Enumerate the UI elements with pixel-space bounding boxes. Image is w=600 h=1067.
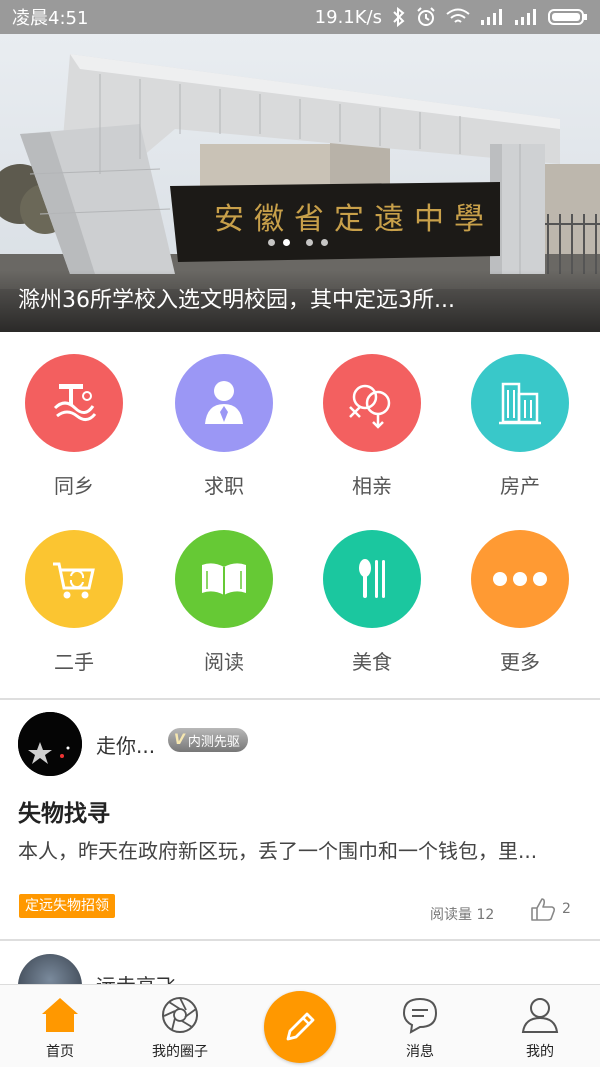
wifi-icon <box>446 8 470 23</box>
category-grid: 同乡 求职 相亲 房产 二手 阅读 美食 更多 <box>0 332 600 698</box>
signal-icon-2 <box>515 9 536 25</box>
avatar[interactable] <box>18 954 82 986</box>
category-property[interactable]: 房产 <box>446 332 594 502</box>
network-speed: 19.1K/s <box>314 6 382 28</box>
signal-icon-1 <box>481 9 502 25</box>
book-icon <box>175 530 273 628</box>
alarm-icon <box>417 7 435 26</box>
post-card-partial[interactable]: 远走高飞 <box>0 942 600 986</box>
food-icon <box>323 530 421 628</box>
job-icon <box>175 354 273 452</box>
category-job[interactable]: 求职 <box>150 332 298 502</box>
category-hometown[interactable]: 同乡 <box>0 332 148 502</box>
publish-button[interactable] <box>264 991 336 1063</box>
post-author[interactable]: 走你... <box>96 730 155 759</box>
category-label: 阅读 <box>204 650 244 674</box>
gate-sign-text: 安徽省定遠中學 <box>214 202 494 237</box>
read-count-value: 12 <box>476 907 495 923</box>
chat-bubble-icon <box>402 997 438 1034</box>
category-label: 相亲 <box>352 474 392 498</box>
battery-icon <box>548 9 587 25</box>
beta-badge: V 内测先驱 <box>168 728 248 752</box>
tab-my-circle-label: 我的圈子 <box>152 1044 208 1060</box>
more-icon <box>471 530 569 628</box>
cart-icon <box>25 530 123 628</box>
tab-home-label: 首页 <box>46 1044 74 1060</box>
aperture-icon <box>162 997 198 1033</box>
pencil-icon <box>286 1012 315 1041</box>
section-divider <box>0 939 600 941</box>
category-dating[interactable]: 相亲 <box>298 332 446 502</box>
pager-dot[interactable] <box>306 239 313 246</box>
category-reading[interactable]: 阅读 <box>150 508 298 678</box>
pager-dot[interactable] <box>321 239 328 246</box>
status-time: 凌晨4:51 <box>12 8 89 29</box>
home-icon <box>42 998 78 1032</box>
user-icon <box>521 998 559 1033</box>
category-label: 房产 <box>500 474 540 498</box>
read-count: 阅读量 12 <box>430 904 494 924</box>
category-secondhand[interactable]: 二手 <box>0 508 148 678</box>
category-label: 美食 <box>352 650 392 674</box>
pager-dot[interactable] <box>268 239 275 246</box>
hometown-icon <box>25 354 123 452</box>
thumbs-up-icon <box>531 898 556 921</box>
tab-messages-label: 消息 <box>406 1044 434 1060</box>
category-label: 更多 <box>500 650 540 674</box>
like-count: 2 <box>562 901 571 917</box>
like-button[interactable]: 2 <box>530 896 571 922</box>
app-screen: 凌晨4:51 19.1K/s 安徽省定遠中學 滁州36所学校入选文明校园，其中定… <box>0 0 600 1067</box>
category-more[interactable]: 更多 <box>446 508 594 678</box>
tab-mine-label: 我的 <box>526 1044 554 1060</box>
category-food[interactable]: 美食 <box>298 508 446 678</box>
news-banner[interactable]: 安徽省定遠中學 滁州36所学校入选文明校园，其中定远3所... <box>0 34 600 332</box>
verified-v-icon: V <box>174 732 185 748</box>
tab-messages[interactable]: 消息 <box>360 985 480 1067</box>
badge-label: 内测先驱 <box>187 734 240 750</box>
post-card[interactable]: 走你... V 内测先驱 失物找寻 本人，昨天在政府新区玩，丢了一个围巾和一个钱… <box>0 700 600 940</box>
status-icons: 19.1K/s <box>315 7 588 28</box>
pager-dot-active[interactable] <box>283 239 290 246</box>
banner-pager <box>268 239 328 246</box>
category-label: 同乡 <box>54 474 94 498</box>
tab-mine[interactable]: 我的 <box>480 985 600 1067</box>
read-count-label: 阅读量 <box>430 907 472 923</box>
tab-home[interactable]: 首页 <box>0 985 120 1067</box>
tab-my-circle[interactable]: 我的圈子 <box>120 985 240 1067</box>
building-icon <box>471 354 569 452</box>
bluetooth-icon <box>393 7 405 27</box>
post-tag[interactable]: 定远失物招领 <box>19 894 115 918</box>
banner-title: 滁州36所学校入选文明校园，其中定远3所... <box>18 288 455 313</box>
post-excerpt[interactable]: 本人，昨天在政府新区玩，丢了一个围巾和一个钱包，里... <box>18 835 578 864</box>
dating-icon <box>323 354 421 452</box>
category-label: 求职 <box>204 474 244 498</box>
avatar[interactable] <box>18 712 82 776</box>
post-title[interactable]: 失物找寻 <box>18 794 110 828</box>
category-label: 二手 <box>54 650 94 674</box>
status-bar: 凌晨4:51 19.1K/s <box>0 0 600 34</box>
